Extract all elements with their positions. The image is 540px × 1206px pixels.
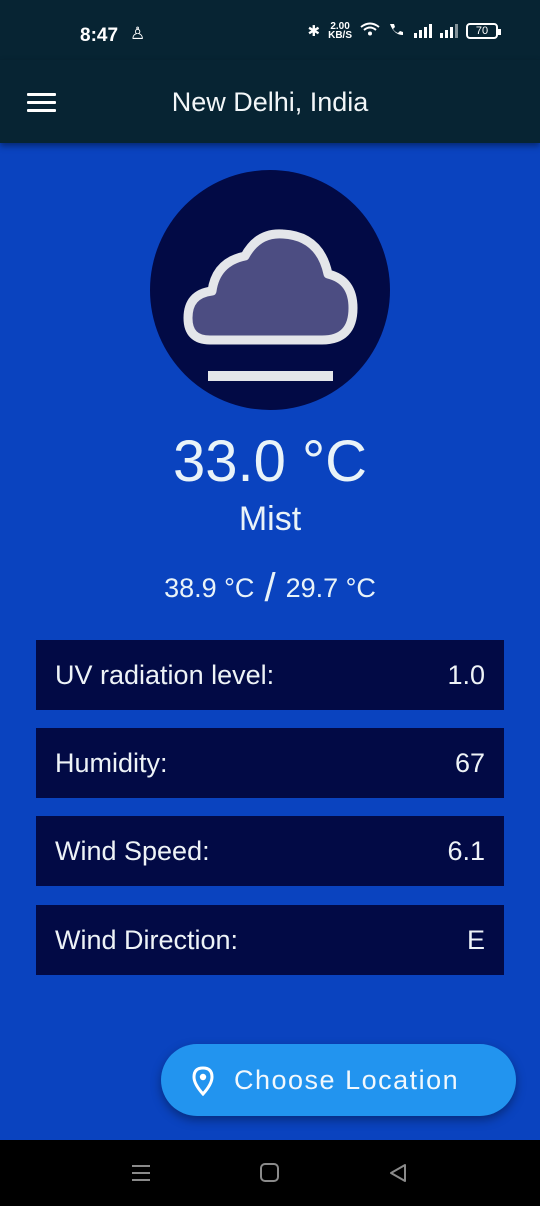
uv-radiation-label: UV radiation level: (55, 659, 275, 690)
back-icon[interactable] (387, 1162, 409, 1184)
network-speed: 2.00 KB/S (328, 22, 352, 41)
choose-location-button[interactable]: Choose Location (161, 1044, 516, 1116)
min-temperature: 29.7 °C (285, 573, 376, 603)
bluetooth-icon: ✱ (307, 23, 321, 40)
uv-radiation-row: UV radiation level: 1.0 (36, 640, 504, 710)
page-title: New Delhi, India (171, 87, 369, 117)
system-navigation-bar (0, 1140, 540, 1206)
choose-location-label: Choose Location (234, 1065, 460, 1095)
network-speed-unit: KB/S (328, 30, 352, 41)
humidity-value: 67 (454, 747, 485, 778)
wind-direction-label: Wind Direction: (55, 924, 239, 955)
weather-icon-circle (150, 170, 390, 410)
wind-speed-value: 6.1 (447, 835, 485, 866)
recent-apps-icon[interactable] (130, 1162, 152, 1184)
signal-icon-2 (440, 24, 458, 38)
battery-icon: 70 (466, 23, 501, 39)
current-temperature: 33.0 °C (172, 429, 368, 494)
wind-speed-label: Wind Speed: (55, 835, 210, 866)
uv-radiation-value: 1.0 (447, 659, 485, 690)
humidity-label: Humidity: (55, 747, 168, 778)
wifi-icon (360, 22, 380, 40)
status-icons: ✱ 2.00 KB/S 70 (307, 22, 501, 41)
app-bar: New Delhi, India (0, 60, 540, 143)
status-time: 8:47 (80, 25, 119, 46)
location-pin-icon (192, 1066, 214, 1096)
call-icon (388, 22, 406, 40)
range-separator: / (264, 566, 276, 610)
temperature-range: 38.9 °C / 29.7 °C (0, 566, 540, 611)
weather-condition: Mist (238, 500, 302, 538)
wind-direction-row: Wind Direction: E (36, 905, 504, 975)
accessibility-icon: ♙ (130, 24, 146, 43)
status-bar: 8:47 ♙ ✱ 2.00 KB/S 70 (0, 0, 540, 60)
wind-direction-value: E (466, 924, 485, 955)
signal-icon-1 (414, 24, 432, 38)
max-temperature: 38.9 °C (164, 573, 255, 603)
wind-speed-row: Wind Speed: 6.1 (36, 816, 504, 886)
humidity-row: Humidity: 67 (36, 728, 504, 798)
home-icon[interactable] (259, 1162, 281, 1184)
mist-cloud-icon (183, 229, 358, 381)
